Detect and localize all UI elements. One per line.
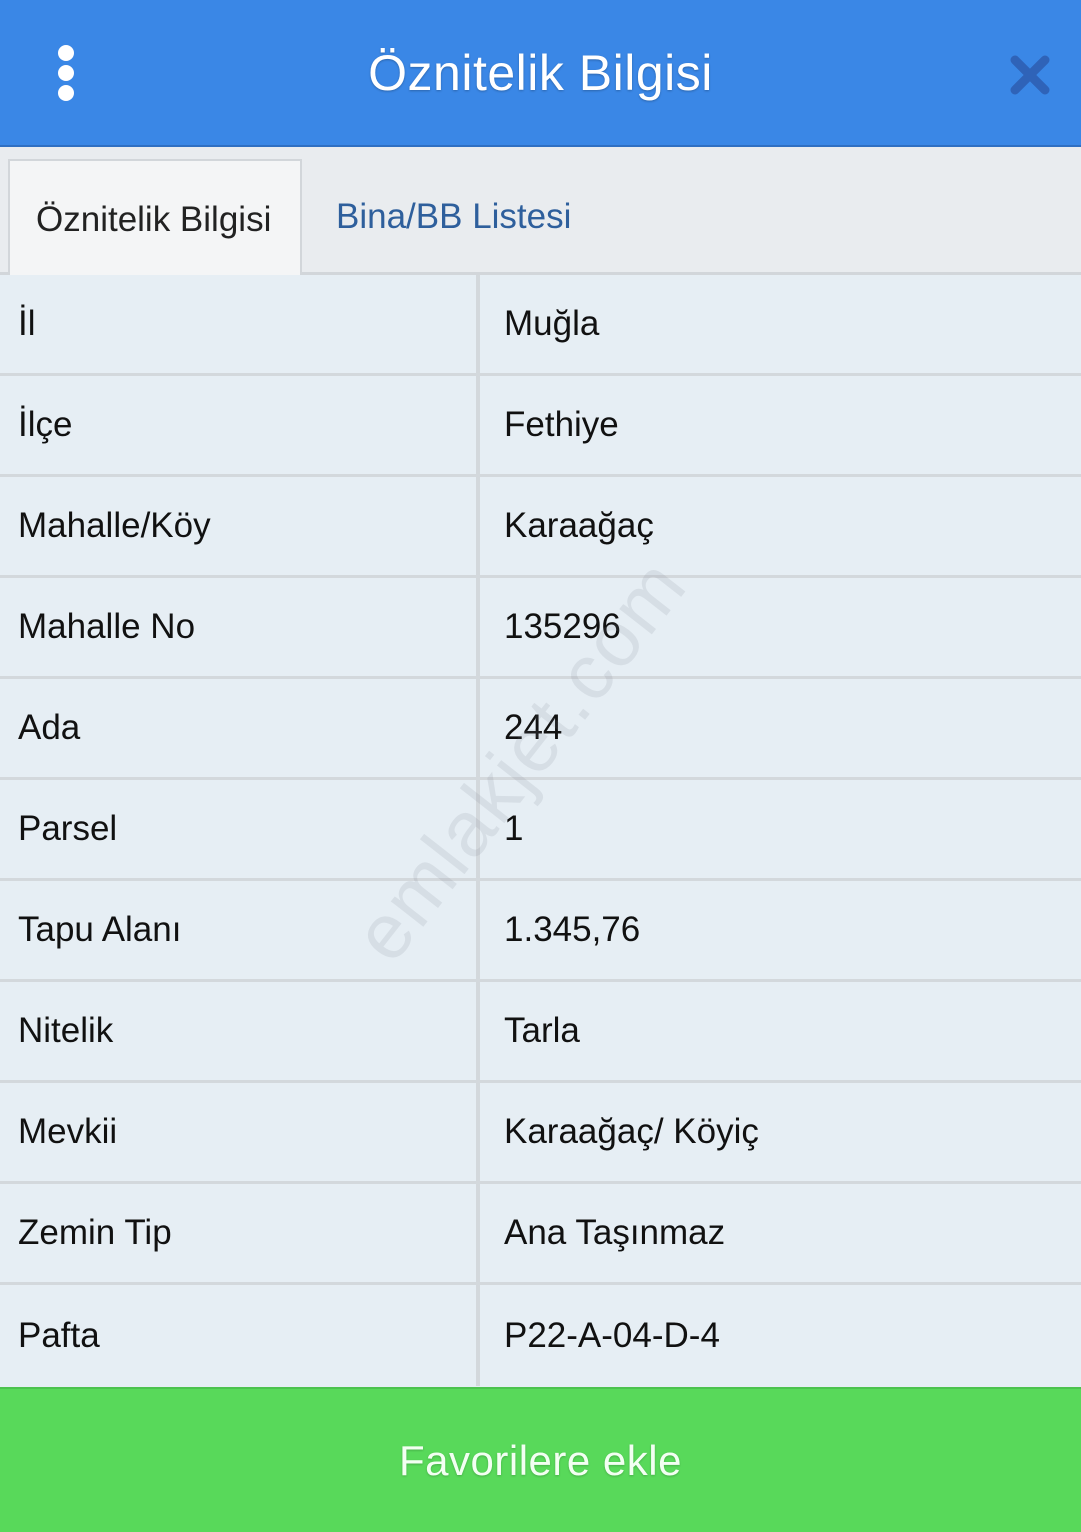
table-row: Tapu Alanı 1.345,76 <box>0 881 1081 982</box>
table-row: Mahalle/Köy Karaağaç <box>0 477 1081 578</box>
row-label: Ada <box>0 679 480 777</box>
row-label: Zemin Tip <box>0 1184 480 1282</box>
table-row: Parsel 1 <box>0 780 1081 881</box>
row-value: P22-A-04-D-4 <box>504 1315 720 1355</box>
row-label: Nitelik <box>0 982 480 1080</box>
row-label: Tapu Alanı <box>0 881 480 979</box>
close-button[interactable] <box>999 44 1061 106</box>
attribute-table: İl Muğla İlçe Fethiye Mahalle/Köy Karaağ… <box>0 275 1081 1387</box>
row-label: Mevkii <box>0 1083 480 1181</box>
table-row: Mevkii Karaağaç/ Köyiç <box>0 1083 1081 1184</box>
row-value: 135296 <box>504 607 621 646</box>
table-row: Nitelik Tarla <box>0 982 1081 1083</box>
table-row: Zemin Tip Ana Taşınmaz <box>0 1184 1081 1285</box>
row-label: Mahalle/Köy <box>0 477 480 575</box>
row-value: Fethiye <box>504 405 619 444</box>
table-row: Pafta P22-A-04-D-4 <box>0 1285 1081 1386</box>
row-value: Tarla <box>504 1011 580 1050</box>
row-value: Karaağaç <box>504 506 654 545</box>
kebab-menu-icon <box>58 45 74 101</box>
row-value: 244 <box>504 708 563 747</box>
menu-button[interactable] <box>40 38 92 108</box>
row-label: İl <box>0 275 480 373</box>
row-value: Karaağaç/ Köyiç <box>504 1112 759 1151</box>
table-row: Mahalle No 135296 <box>0 578 1081 679</box>
row-label: Parsel <box>0 780 480 878</box>
add-to-favorites-label: Favorilere ekle <box>399 1436 682 1484</box>
add-to-favorites-button[interactable]: Favorilere ekle <box>0 1387 1081 1532</box>
tab-bar: Öznitelik Bilgisi Bina/BB Listesi <box>0 147 1081 278</box>
row-value: Muğla <box>504 304 600 343</box>
table-row: İl Muğla <box>0 275 1081 376</box>
row-label: Mahalle No <box>0 578 480 676</box>
row-value: 1.345,76 <box>504 910 641 949</box>
page-title: Öznitelik Bilgisi <box>368 44 713 101</box>
row-label: İlçe <box>0 376 480 474</box>
row-value: Ana Taşınmaz <box>504 1213 726 1252</box>
table-row: İlçe Fethiye <box>0 376 1081 477</box>
tab-building-list[interactable]: Bina/BB Listesi <box>336 159 571 275</box>
table-row: Ada 244 <box>0 679 1081 780</box>
tab-attribute-info[interactable]: Öznitelik Bilgisi <box>8 159 302 278</box>
header-bar: Öznitelik Bilgisi <box>0 0 1081 147</box>
row-value: 1 <box>504 809 524 848</box>
attribute-info-screen: Öznitelik Bilgisi Öznitelik Bilgisi Bina… <box>0 0 1081 1532</box>
close-icon <box>1010 55 1050 95</box>
row-label: Pafta <box>0 1285 480 1386</box>
